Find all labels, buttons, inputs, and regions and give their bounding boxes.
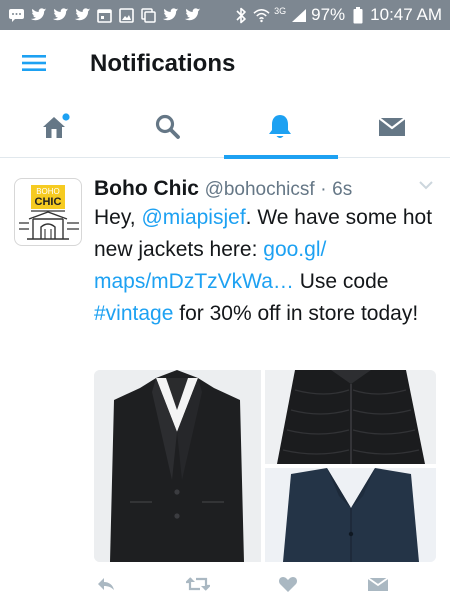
status-time: 10:47 AM [370,5,442,24]
page-title: Notifications [90,50,236,77]
tweet-text: Hey, @miapisjef. We have some hot new ja… [94,202,439,330]
tab-messages[interactable] [336,96,448,158]
home-icon [43,113,70,138]
gallery-notification-icon [140,7,157,24]
tweet-header: Boho Chic @bohochicsf · 6s [94,176,434,203]
network-type-label: 3G [274,6,287,16]
tweet-card[interactable]: BOHO CHIC Boho Chic @bohochicsf · 6s Hey… [0,160,450,607]
tab-notifications[interactable] [224,96,336,158]
tweet-actions [94,574,436,598]
retweet-button[interactable] [186,574,210,594]
retweet-icon [186,577,210,591]
twitter-notification-icon [184,7,201,24]
author-name[interactable]: Boho Chic [94,177,199,200]
battery-percent: 97% [311,5,346,24]
media-image-navy-blazer[interactable] [265,468,436,562]
like-button[interactable] [276,574,300,594]
separator-dot: · [320,179,327,200]
reply-button[interactable] [94,574,118,594]
tab-home[interactable] [0,96,112,158]
media-image-black-quilted-jacket[interactable] [265,370,436,464]
twitter-notification-icon [162,7,179,24]
cell-signal-icon [290,7,307,24]
wifi-icon [253,7,270,24]
envelope-icon [378,117,406,136]
media-image-black-blazer[interactable] [94,370,261,562]
tweet-text-part: Hey, [94,206,142,229]
status-bar: 3G 97% 10:47 AM [0,0,450,30]
tweet-time: 6s [332,179,353,200]
tweet-text-part: Use code [293,270,389,293]
logo-text-top: BOHO [36,187,60,196]
tab-bar [0,96,450,158]
message-notification-icon [8,7,25,24]
twitter-notification-icon [74,7,91,24]
menu-button[interactable] [20,50,48,76]
boho-chic-logo: BOHO CHIC [19,185,79,240]
image-notification-icon [118,7,135,24]
active-tab-indicator [224,155,338,159]
chevron-down-icon [419,181,433,190]
reply-icon [98,578,114,590]
status-system-icons: 3G 97% 10:47 AM [232,0,442,30]
avatar[interactable]: BOHO CHIC [14,178,82,246]
tweet-options-button[interactable] [416,178,436,192]
hashtag-link[interactable]: #vintage [94,302,173,325]
bell-icon [269,115,291,138]
hamburger-menu-icon [22,55,46,71]
logo-text-bottom: CHIC [35,196,62,208]
direct-message-button[interactable] [366,574,390,594]
bluetooth-icon [232,7,249,24]
calendar-notification-icon [96,7,113,24]
author-handle[interactable]: @bohochicsf [205,179,315,200]
mention-link[interactable]: @miapisjef [141,206,245,229]
twitter-notification-icon [30,7,47,24]
media-grid [94,370,436,562]
twitter-notification-icon [52,7,69,24]
tweet-text-part: for 30% off in store today! [173,302,419,325]
status-notification-icons [0,7,201,24]
search-icon [155,114,180,139]
tab-search[interactable] [112,96,224,158]
like-icon [279,577,297,592]
battery-icon [349,6,366,24]
direct-message-icon [367,577,389,591]
app-bar: Notifications [0,30,450,96]
